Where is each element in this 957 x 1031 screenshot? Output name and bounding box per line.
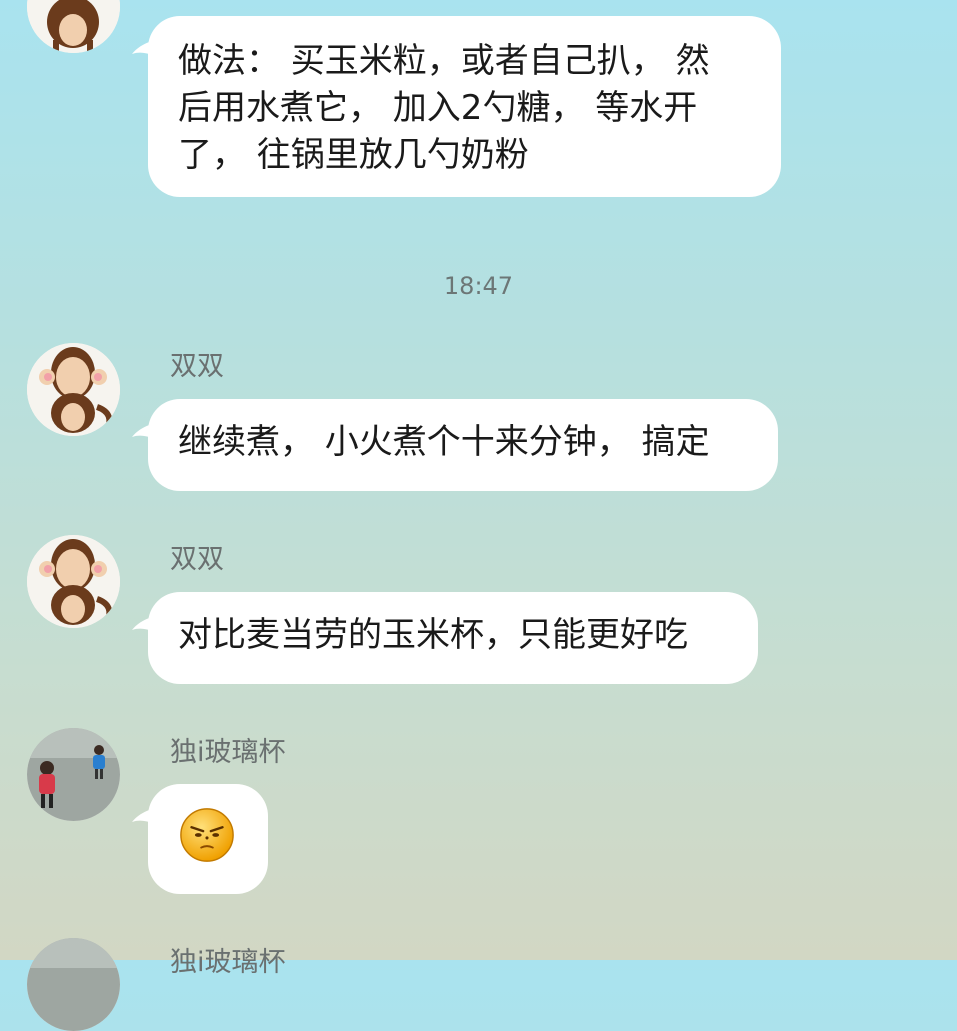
message-bubble[interactable]: 做法： 买玉米粒，或者自己扒， 然 后用水煮它， 加入2勺糖， 等水开 了， 往…	[132, 16, 781, 197]
message-text: 继续煮， 小火煮个十来分钟， 搞定	[178, 422, 710, 462]
message-text-line: 了， 往锅里放几勺奶粉	[178, 135, 529, 175]
message-bubble[interactable]	[132, 784, 268, 894]
kids-photo-avatar-icon	[27, 728, 120, 821]
message-text-line: 做法： 买玉米粒，或者自己扒， 然	[178, 41, 710, 81]
sender-name: 独i玻璃杯	[170, 737, 286, 768]
kids-photo-avatar-icon	[27, 938, 120, 1031]
sender-avatar[interactable]	[27, 535, 120, 628]
monkey-avatar-icon	[27, 343, 120, 436]
sender-avatar[interactable]	[27, 938, 120, 1031]
message-text: 对比麦当劳的玉米杯，只能更好吃	[178, 615, 688, 655]
sender-avatar[interactable]	[27, 343, 120, 436]
sender-avatar[interactable]	[27, 0, 120, 53]
message-timestamp: 18:47	[443, 272, 514, 300]
message-bubble[interactable]: 继续煮， 小火煮个十来分钟， 搞定	[132, 399, 778, 491]
angry-face-emoji-icon	[180, 808, 234, 862]
sender-name: 双双	[170, 351, 224, 382]
sender-name: 双双	[170, 544, 224, 575]
message-bubble[interactable]: 对比麦当劳的玉米杯，只能更好吃	[132, 592, 758, 684]
monkey-avatar-icon	[27, 535, 120, 628]
monkey-avatar-icon	[27, 0, 120, 53]
sender-avatar[interactable]	[27, 728, 120, 821]
message-text-line: 后用水煮它， 加入2勺糖， 等水开	[178, 88, 698, 128]
